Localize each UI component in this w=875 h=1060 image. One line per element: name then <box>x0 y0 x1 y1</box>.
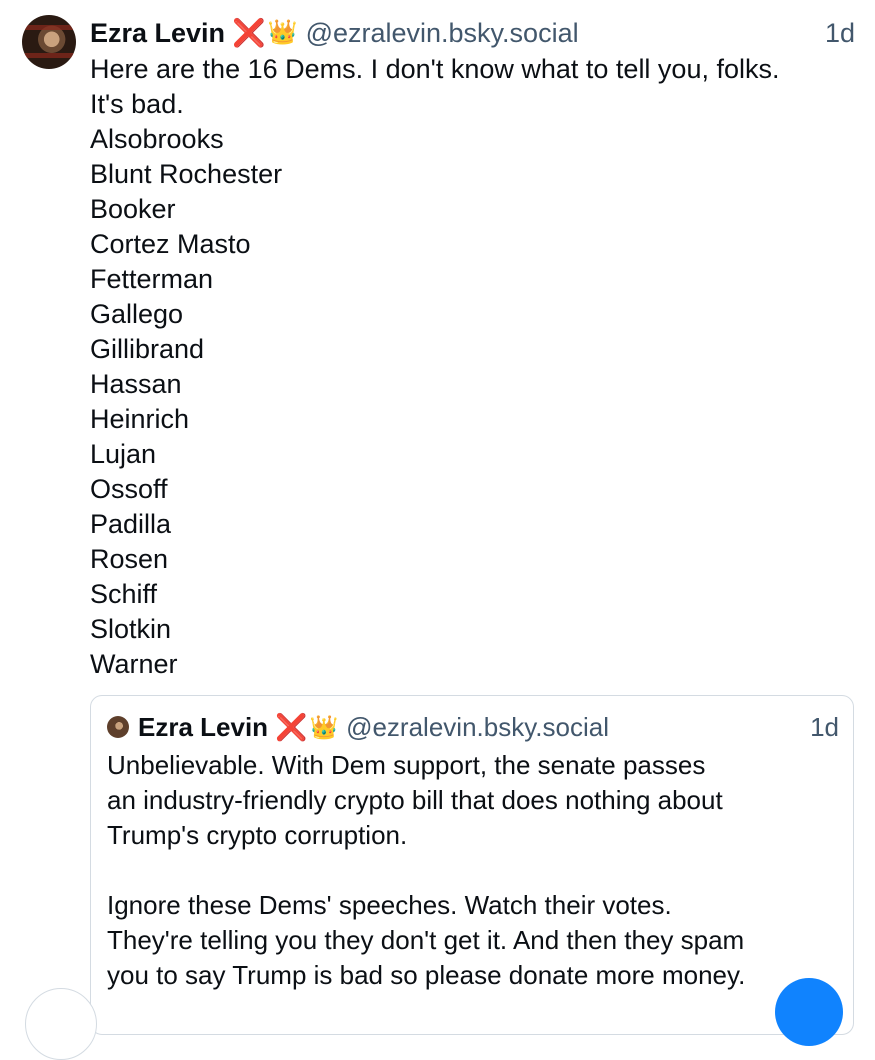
quoted-line: Trump's crypto corruption. <box>107 820 408 850</box>
quoted-avatar <box>107 716 129 738</box>
post-line: Here are the 16 Dems. I don't know what … <box>90 54 780 84</box>
senator-name: Schiff <box>90 579 158 609</box>
quoted-line: They're telling you they don't get it. A… <box>107 925 745 955</box>
reply-avatar-circle <box>25 988 97 1060</box>
senator-name: Slotkin <box>90 614 172 644</box>
post-header: Ezra Levin ❌ 👑 @ezralevin.bsky.social 1d <box>90 15 855 51</box>
quoted-line: you to say Trump is bad so please donate… <box>107 960 746 990</box>
senator-name: Blunt Rochester <box>90 159 283 189</box>
senator-name: Lujan <box>90 439 157 469</box>
quoted-line: Unbelievable. With Dem support, the sena… <box>107 750 706 780</box>
quoted-author-handle: @ezralevin.bsky.social <box>346 711 609 742</box>
senator-name: Booker <box>90 194 176 224</box>
senator-name: Rosen <box>90 544 169 574</box>
senator-name: Hassan <box>90 369 182 399</box>
quoted-line: an industry-friendly crypto bill that do… <box>107 785 723 815</box>
author-name[interactable]: Ezra Levin <box>90 18 225 49</box>
quoted-crown-badge-icon: 👑 <box>309 713 339 740</box>
senator-name: Warner <box>90 649 178 679</box>
senator-name: Alsobrooks <box>90 124 224 154</box>
quoted-line: Ignore these Dems' speeches. Watch their… <box>107 890 672 920</box>
quoted-post-body: Unbelievable. With Dem support, the sena… <box>107 748 837 993</box>
senator-name: Gallego <box>90 299 184 329</box>
quoted-line-gap <box>107 853 837 888</box>
quoted-post-card[interactable]: Ezra Levin ❌ 👑 @ezralevin.bsky.social 1d… <box>90 695 854 1035</box>
senator-name: Padilla <box>90 509 172 539</box>
post-avatar[interactable] <box>22 15 76 69</box>
post-body: Here are the 16 Dems. I don't know what … <box>90 52 850 682</box>
senator-name: Ossoff <box>90 474 168 504</box>
quoted-post-time: 1d <box>810 711 839 742</box>
post-time[interactable]: 1d <box>825 18 855 49</box>
senator-name: Cortez Masto <box>90 229 251 259</box>
quoted-author-name: Ezra Levin <box>138 711 269 742</box>
author-handle[interactable]: @ezralevin.bsky.social <box>306 18 579 49</box>
senator-name: Heinrich <box>90 404 190 434</box>
x-badge-icon: ❌ <box>232 17 266 48</box>
crown-badge-icon: 👑 <box>267 19 298 46</box>
compose-fab-button[interactable] <box>775 978 843 1046</box>
quoted-post-header: Ezra Levin ❌ 👑 @ezralevin.bsky.social 1d <box>107 710 839 744</box>
post-line: It's bad. <box>90 89 184 119</box>
senator-name: Fetterman <box>90 264 214 294</box>
quoted-x-badge-icon: ❌ <box>275 712 308 742</box>
senator-name: Gillibrand <box>90 334 205 364</box>
